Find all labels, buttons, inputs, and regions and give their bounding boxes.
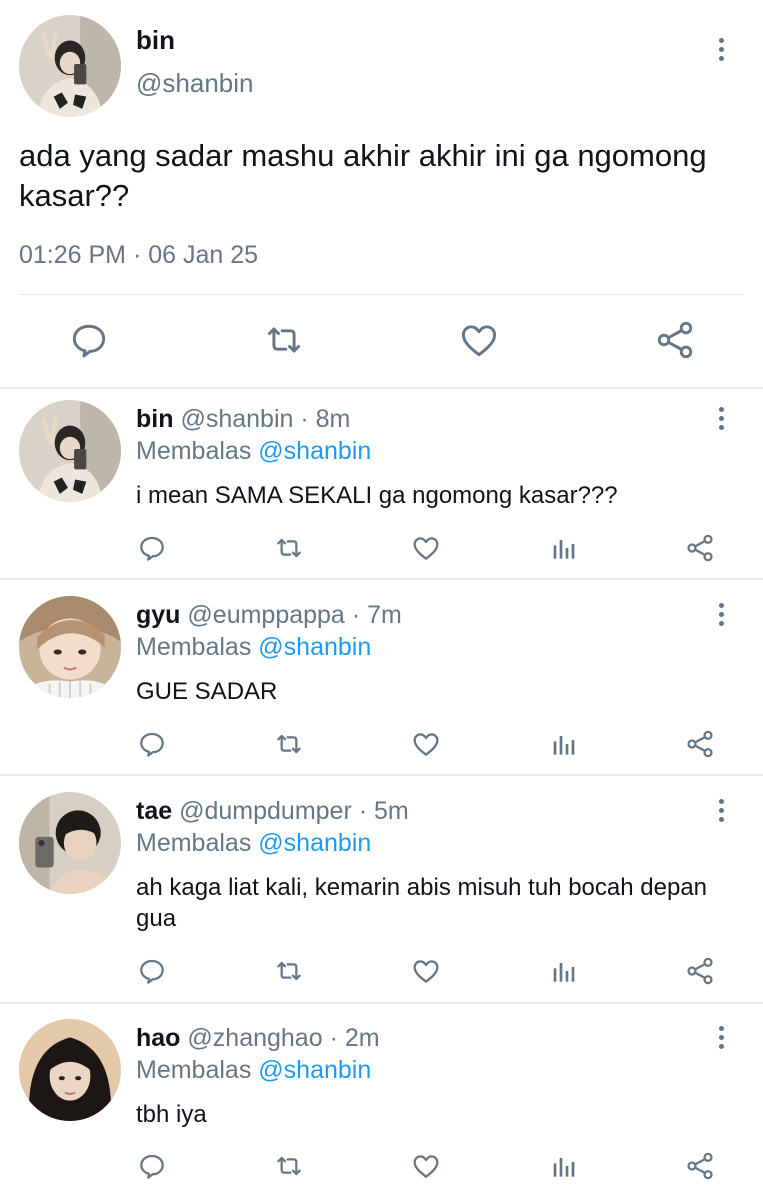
heart-icon[interactable] — [410, 1150, 442, 1182]
author-handle[interactable]: @eumppappa — [187, 601, 344, 629]
author-handle[interactable]: @shanbin — [180, 405, 293, 433]
reply-text: i mean SAMA SEKALI ga ngomong kasar??? — [136, 482, 618, 509]
author-name[interactable]: gyu — [136, 601, 180, 629]
reply-text: tbh iya — [136, 1101, 207, 1128]
reply-actions — [0, 728, 763, 764]
reply-text: ah kaga liat kali, kemarin abis misuh tu… — [136, 874, 708, 932]
replying-to: Membalas @shanbin — [136, 437, 371, 466]
comment-icon[interactable] — [136, 1150, 168, 1182]
reply-text: GUE SADAR — [136, 678, 278, 705]
mention-link[interactable]: @shanbin — [258, 437, 371, 465]
mention-link[interactable]: @shanbin — [258, 633, 371, 661]
reply-time: 2m — [344, 1024, 380, 1052]
share-icon[interactable] — [653, 318, 697, 362]
separator-dot: · — [358, 797, 368, 825]
avatar[interactable] — [19, 1019, 121, 1121]
reply-tweet[interactable]: gyu @eumppappa · 7m Membalas @shanbin GU… — [0, 585, 763, 775]
avatar[interactable] — [19, 596, 121, 698]
divider — [19, 294, 743, 295]
tweet-timestamp: 01:26 PM · 06 Jan 25 — [19, 241, 259, 269]
retweet-icon[interactable] — [273, 532, 305, 564]
reply-header: bin @shanbin · 8m — [136, 405, 350, 434]
reply-header: gyu @eumppappa · 7m — [136, 601, 402, 630]
more-options-icon[interactable] — [717, 407, 725, 430]
avatar[interactable] — [19, 792, 121, 894]
comment-icon[interactable] — [136, 955, 168, 987]
views-icon[interactable] — [547, 532, 579, 564]
tweet-actions — [0, 318, 763, 366]
author-name[interactable]: tae — [136, 797, 172, 825]
reply-time: 7m — [367, 601, 402, 629]
divider — [0, 774, 763, 776]
retweet-icon[interactable] — [273, 1150, 305, 1182]
avatar[interactable] — [19, 15, 121, 117]
separator-dot: · — [351, 601, 361, 629]
replying-prefix: Membalas — [136, 1056, 252, 1084]
views-icon[interactable] — [547, 955, 579, 987]
more-options-icon[interactable] — [717, 799, 725, 822]
comment-icon[interactable] — [136, 728, 168, 760]
more-options-icon[interactable] — [717, 38, 725, 61]
author-name[interactable]: bin — [136, 25, 175, 56]
separator-dot: · — [300, 405, 309, 433]
author-name[interactable]: hao — [136, 1024, 180, 1052]
reply-header: hao @zhanghao · 2m — [136, 1024, 380, 1053]
more-options-icon[interactable] — [717, 603, 725, 626]
author-handle[interactable]: @dumpdumper — [179, 797, 352, 825]
separator-dot: · — [329, 1024, 338, 1052]
replying-to: Membalas @shanbin — [136, 633, 371, 662]
mention-link[interactable]: @shanbin — [258, 1056, 371, 1084]
reply-tweet[interactable]: hao @zhanghao · 2m Membalas @shanbin tbh… — [0, 1008, 763, 1200]
retweet-icon[interactable] — [262, 318, 306, 362]
retweet-icon[interactable] — [273, 728, 305, 760]
replying-prefix: Membalas — [136, 633, 252, 661]
reply-actions — [0, 532, 763, 568]
share-icon[interactable] — [684, 1150, 716, 1182]
replying-prefix: Membalas — [136, 829, 252, 857]
comment-icon[interactable] — [67, 318, 111, 362]
divider — [0, 578, 763, 580]
share-icon[interactable] — [684, 955, 716, 987]
avatar[interactable] — [19, 400, 121, 502]
mention-link[interactable]: @shanbin — [258, 829, 371, 857]
comment-icon[interactable] — [136, 532, 168, 564]
divider — [0, 1002, 763, 1004]
reply-actions — [0, 955, 763, 991]
reply-actions — [0, 1150, 763, 1186]
main-tweet: bin @shanbin ada yang sadar mashu akhir … — [0, 0, 763, 388]
replying-prefix: Membalas — [136, 437, 252, 465]
author-handle[interactable]: @zhanghao — [187, 1024, 322, 1052]
tweet-text: ada yang sadar mashu akhir akhir ini ga … — [19, 138, 707, 213]
share-icon[interactable] — [684, 532, 716, 564]
heart-icon[interactable] — [410, 728, 442, 760]
views-icon[interactable] — [547, 728, 579, 760]
author-handle[interactable]: @shanbin — [136, 68, 253, 99]
heart-icon[interactable] — [457, 318, 501, 362]
views-icon[interactable] — [547, 1150, 579, 1182]
retweet-icon[interactable] — [273, 955, 305, 987]
more-options-icon[interactable] — [717, 1026, 725, 1049]
replying-to: Membalas @shanbin — [136, 1056, 371, 1085]
reply-tweet[interactable]: tae @dumpdumper · 5m Membalas @shanbin a… — [0, 781, 763, 1003]
replying-to: Membalas @shanbin — [136, 829, 371, 858]
heart-icon[interactable] — [410, 532, 442, 564]
reply-time: 8m — [315, 405, 351, 433]
reply-tweet[interactable]: bin @shanbin · 8m Membalas @shanbin i me… — [0, 389, 763, 579]
author-name[interactable]: bin — [136, 405, 174, 433]
reply-header: tae @dumpdumper · 5m — [136, 797, 409, 826]
share-icon[interactable] — [684, 728, 716, 760]
heart-icon[interactable] — [410, 955, 442, 987]
reply-time: 5m — [374, 797, 409, 825]
